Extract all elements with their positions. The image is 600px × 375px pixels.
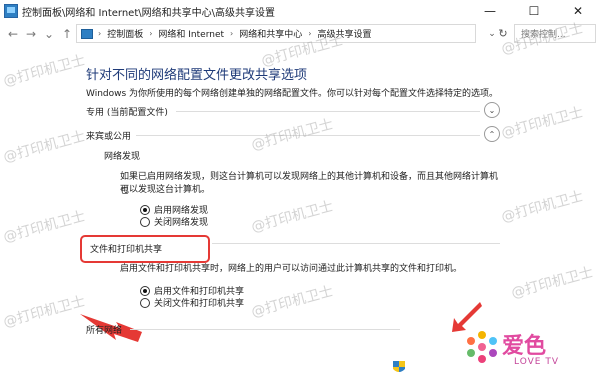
breadcrumb-separator: › [230, 29, 234, 38]
section-all-label: 所有网络 [86, 326, 123, 336]
file-sharing-off-label: 关闭文件和打印机共享 [154, 299, 245, 309]
watermark: @打印机卫士 [249, 283, 335, 321]
watermark: @打印机卫士 [1, 208, 87, 246]
search-placeholder: 搜索控制... [521, 30, 566, 40]
watermark: @打印机卫士 [249, 198, 335, 236]
file-sharing-desc: 启用文件和打印机共享时，网络上的用户可以访问通过此计算机共享的文件和打印机。 [120, 264, 463, 274]
minimize-button[interactable]: — [468, 0, 512, 22]
love-tv-logo: 爱色 LOVE TV [444, 325, 596, 371]
address-field[interactable]: › 控制面板 › 网络和 Internet › 网络和共享中心 › 高级共享设置 [76, 24, 476, 43]
section-divider [212, 243, 500, 244]
logo-subtext: LOVE TV [514, 357, 559, 367]
network-discovery-off-label: 关闭网络发现 [154, 218, 209, 228]
back-button[interactable]: ← [4, 24, 22, 44]
maximize-button[interactable]: ☐ [512, 0, 556, 22]
breadcrumb-network-internet[interactable]: 网络和 Internet [158, 27, 224, 40]
radio-checked-icon[interactable] [140, 285, 150, 296]
section-private[interactable]: 专用 (当前配置文件) ⌄ [86, 102, 500, 120]
breadcrumb-network-sharing-center[interactable]: 网络和共享中心 [239, 27, 302, 40]
section-divider [136, 135, 480, 136]
watermark: @打印机卫士 [509, 264, 595, 302]
section-private-label: 专用 (当前配置文件) [86, 108, 168, 118]
page-description: Windows 为你所使用的每个网络创建单独的网络配置文件。你可以针对每个配置文… [86, 89, 499, 99]
watermark: @打印机卫士 [1, 52, 87, 90]
search-input[interactable]: 搜索控制... [514, 24, 596, 43]
breadcrumb-advanced-sharing[interactable]: 高级共享设置 [317, 27, 371, 40]
control-panel-icon [4, 4, 18, 18]
breadcrumb-separator: › [98, 29, 102, 38]
forward-button[interactable]: → [22, 24, 40, 44]
flower-logo-icon [467, 331, 497, 363]
logo-text: 爱色 [502, 334, 547, 359]
file-sharing-title: 文件和打印机共享 [90, 245, 163, 255]
watermark: @打印机卫士 [1, 293, 87, 331]
expand-chevron-icon[interactable]: ⌄ [484, 102, 500, 118]
title-bar: 控制面板\网络和 Internet\网络和共享中心\高级共享设置 — ☐ ✕ [0, 0, 600, 22]
file-sharing-off[interactable]: 关闭文件和打印机共享 [140, 296, 244, 309]
shield-icon [393, 361, 405, 372]
radio-checked-icon[interactable] [140, 204, 150, 215]
watermark: @打印机卫士 [499, 188, 585, 226]
address-bar-row: ← → ⌄ ↑ › 控制面板 › 网络和 Internet › 网络和共享中心 … [0, 22, 600, 46]
close-button[interactable]: ✕ [556, 0, 600, 22]
recent-locations-button[interactable]: ⌄ [40, 24, 58, 44]
section-all-networks[interactable]: 所有网络 [86, 320, 500, 338]
watermark: @打印机卫士 [499, 104, 585, 142]
network-discovery-desc-2: 可以发现这台计算机。 [120, 185, 211, 195]
section-divider [130, 329, 400, 330]
network-discovery-title: 网络发现 [104, 152, 141, 162]
radio-unchecked-icon[interactable] [140, 216, 150, 227]
watermark: @打印机卫士 [1, 128, 87, 166]
collapse-chevron-icon[interactable]: ⌃ [484, 126, 500, 142]
page-title: 针对不同的网络配置文件更改共享选项 [86, 68, 308, 83]
section-guest-public[interactable]: 来宾或公用 ⌃ [86, 126, 500, 144]
section-guest-label: 来宾或公用 [86, 132, 132, 142]
window-controls: — ☐ ✕ [468, 0, 600, 22]
section-divider [176, 111, 480, 112]
file-sharing-divider-wrap [212, 242, 500, 246]
window-title: 控制面板\网络和 Internet\网络和共享中心\高级共享设置 [22, 7, 275, 19]
control-panel-location-icon [81, 28, 93, 39]
up-button[interactable]: ↑ [58, 24, 76, 44]
breadcrumb-separator: › [149, 29, 153, 38]
radio-unchecked-icon[interactable] [140, 297, 150, 308]
breadcrumb-control-panel[interactable]: 控制面板 [107, 27, 143, 40]
breadcrumb-separator: › [308, 29, 312, 38]
network-discovery-off[interactable]: 关闭网络发现 [140, 215, 208, 228]
refresh-button[interactable]: ↻ [494, 24, 512, 43]
